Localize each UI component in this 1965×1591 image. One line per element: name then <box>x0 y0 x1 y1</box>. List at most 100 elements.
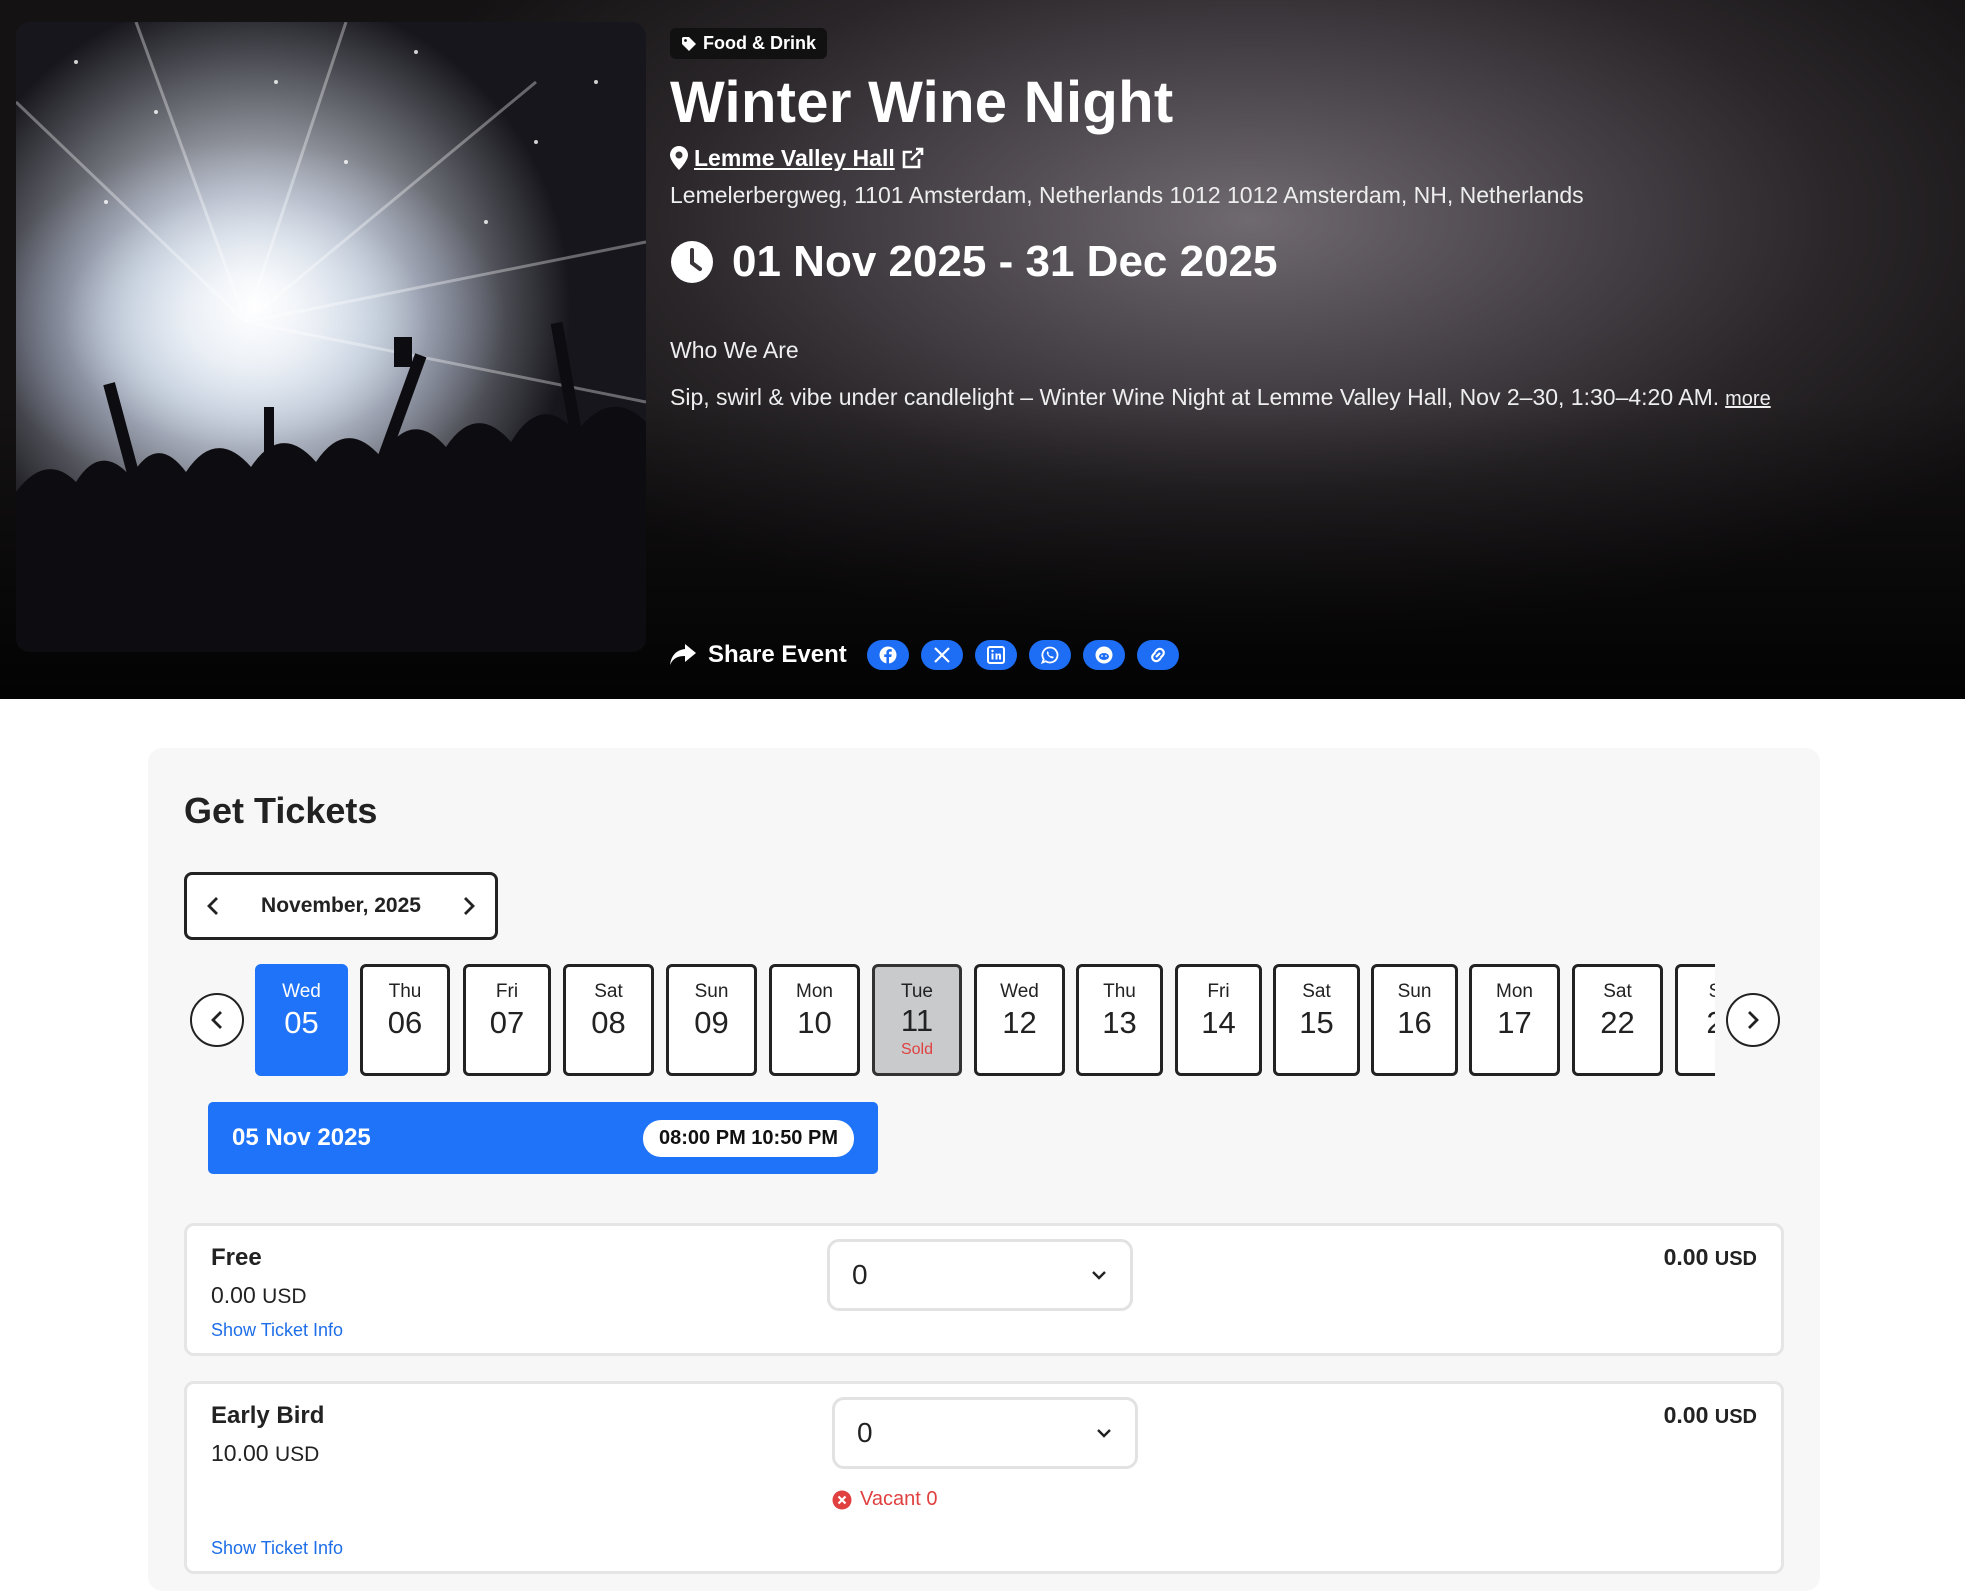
day-card[interactable]: Thu 13 <box>1076 964 1163 1076</box>
ticket-name: Early Bird <box>211 1402 325 1429</box>
get-tickets-heading: Get Tickets <box>184 790 378 831</box>
link-icon <box>1147 646 1169 664</box>
day-of-week: Wed <box>1000 981 1039 1002</box>
day-of-week: Sun <box>694 981 729 1002</box>
days-prev-button[interactable] <box>190 993 244 1047</box>
day-number: 15 <box>1299 1005 1334 1040</box>
day-card[interactable]: Sat 08 <box>563 964 654 1076</box>
total-value: 0.00 <box>1663 1244 1709 1270</box>
quantity-select[interactable]: 0 <box>827 1239 1133 1311</box>
day-card[interactable]: Fri 14 <box>1175 964 1262 1076</box>
copy-link-button[interactable] <box>1136 640 1179 670</box>
who-we-are-heading: Who We Are <box>670 336 799 363</box>
day-card[interactable]: S 2 <box>1675 964 1715 1076</box>
share-label: Share Event <box>708 641 847 668</box>
day-number: 17 <box>1497 1005 1532 1040</box>
category-label: Food & Drink <box>703 33 816 53</box>
day-card[interactable]: Sun 09 <box>666 964 757 1076</box>
reddit-share-button[interactable] <box>1082 640 1125 670</box>
external-link-icon[interactable] <box>901 146 925 170</box>
reddit-icon <box>1095 646 1113 664</box>
show-ticket-info-link[interactable]: Show Ticket Info <box>211 1538 343 1559</box>
x-icon <box>933 646 951 664</box>
tickets-panel: Get Tickets November, 2025 Wed 05 Thu 06… <box>148 748 1820 1591</box>
days-next-button[interactable] <box>1726 993 1780 1047</box>
day-number: 22 <box>1600 1005 1635 1040</box>
ticket-price: 0.00 USD <box>211 1282 307 1309</box>
total-currency: USD <box>1714 1406 1757 1428</box>
day-strip: Wed 05 Thu 06 Fri 07 Sat 08 Sun 09 Mon 1… <box>255 964 1715 1079</box>
day-of-week: Thu <box>1103 981 1136 1002</box>
whatsapp-share-button[interactable] <box>1028 640 1071 670</box>
ticket-price: 10.00 USD <box>211 1440 319 1467</box>
chevron-left-icon <box>210 1009 224 1031</box>
price-currency: USD <box>262 1285 307 1308</box>
event-dates: 01 Nov 2025 - 31 Dec 2025 <box>670 237 1920 287</box>
day-of-week: Thu <box>388 981 422 1002</box>
day-of-week: Sat <box>594 981 623 1002</box>
month-selector: November, 2025 <box>184 872 498 940</box>
day-card[interactable]: Fri 07 <box>463 964 551 1076</box>
day-of-week: Sun <box>1397 981 1432 1002</box>
show-ticket-info-link[interactable]: Show Ticket Info <box>211 1320 343 1341</box>
selected-time-slot[interactable]: 05 Nov 2025 08:00 PM 10:50 PM <box>208 1102 878 1174</box>
next-month-button[interactable] <box>461 895 477 917</box>
vacant-label: Vacant 0 <box>860 1488 938 1510</box>
day-of-week: S <box>1678 981 1715 1003</box>
share-arrow-icon <box>670 644 696 666</box>
day-of-week: Tue <box>900 981 934 1002</box>
date-range: 01 Nov 2025 - 31 Dec 2025 <box>732 236 1278 286</box>
error-circle-icon <box>832 1490 852 1510</box>
facebook-share-button[interactable] <box>866 640 909 670</box>
ticket-total: 0.00 USD <box>1664 1244 1757 1271</box>
total-value: 0.00 <box>1663 1402 1709 1428</box>
day-card[interactable]: Wed 05 <box>255 964 348 1076</box>
category-badge[interactable]: Food & Drink <box>670 28 827 59</box>
day-card[interactable]: Mon 17 <box>1469 964 1560 1076</box>
day-number: 05 <box>284 1005 319 1040</box>
quantity-select[interactable]: 0 <box>832 1397 1138 1469</box>
ticket-total: 0.00 USD <box>1664 1402 1757 1429</box>
whatsapp-icon <box>1040 646 1059 664</box>
chevron-down-icon <box>1095 1427 1113 1439</box>
day-number: 13 <box>1102 1005 1137 1040</box>
tag-icon <box>681 36 697 52</box>
more-link[interactable]: more <box>1725 388 1771 410</box>
total-currency: USD <box>1714 1248 1757 1270</box>
day-card[interactable]: Thu 06 <box>360 964 450 1076</box>
ticket-name: Free <box>211 1244 262 1271</box>
day-number: 2 <box>1678 1005 1715 1041</box>
day-card[interactable]: Wed 12 <box>974 964 1065 1076</box>
day-of-week: Fri <box>1207 981 1230 1002</box>
event-title: Winter Wine Night <box>670 70 1174 135</box>
day-card[interactable]: Sun 16 <box>1371 964 1458 1076</box>
day-card[interactable]: Mon 10 <box>769 964 860 1076</box>
day-card[interactable]: Sat 15 <box>1273 964 1360 1076</box>
day-of-week: Sat <box>1603 981 1632 1002</box>
share-row: Share Event <box>670 640 1179 670</box>
venue-link[interactable]: Lemme Valley Hall <box>694 145 895 172</box>
day-of-week: Wed <box>282 981 321 1002</box>
event-description: Sip, swirl & vibe under candlelight – Wi… <box>670 384 1920 411</box>
day-number: 14 <box>1201 1005 1236 1040</box>
day-of-week: Mon <box>1496 981 1533 1002</box>
x-share-button[interactable] <box>920 640 963 670</box>
day-number: 12 <box>1002 1005 1037 1040</box>
concert-photo <box>16 22 646 652</box>
price-value: 0.00 <box>211 1282 256 1308</box>
facebook-icon <box>879 646 897 664</box>
day-number: 06 <box>387 1005 423 1040</box>
event-hero: Food & Drink Winter Wine Night Lemme Val… <box>0 0 1965 699</box>
linkedin-share-button[interactable] <box>974 640 1017 670</box>
day-of-week: Fri <box>495 981 519 1002</box>
linkedin-icon <box>986 646 1005 664</box>
day-of-week: Mon <box>796 981 833 1002</box>
chevron-down-icon <box>1090 1269 1108 1281</box>
prev-month-button[interactable] <box>205 895 221 917</box>
ticket-type-card: Early Bird 10.00 USD Show Ticket Info 0 … <box>184 1381 1784 1574</box>
ticket-type-card: Free 0.00 USD Show Ticket Info 0 0.00 US… <box>184 1223 1784 1356</box>
day-number: 08 <box>591 1005 626 1040</box>
day-card[interactable]: Sat 22 <box>1572 964 1663 1076</box>
day-number: 16 <box>1397 1005 1432 1040</box>
day-card-sold: Tue 11 Sold <box>872 964 962 1076</box>
